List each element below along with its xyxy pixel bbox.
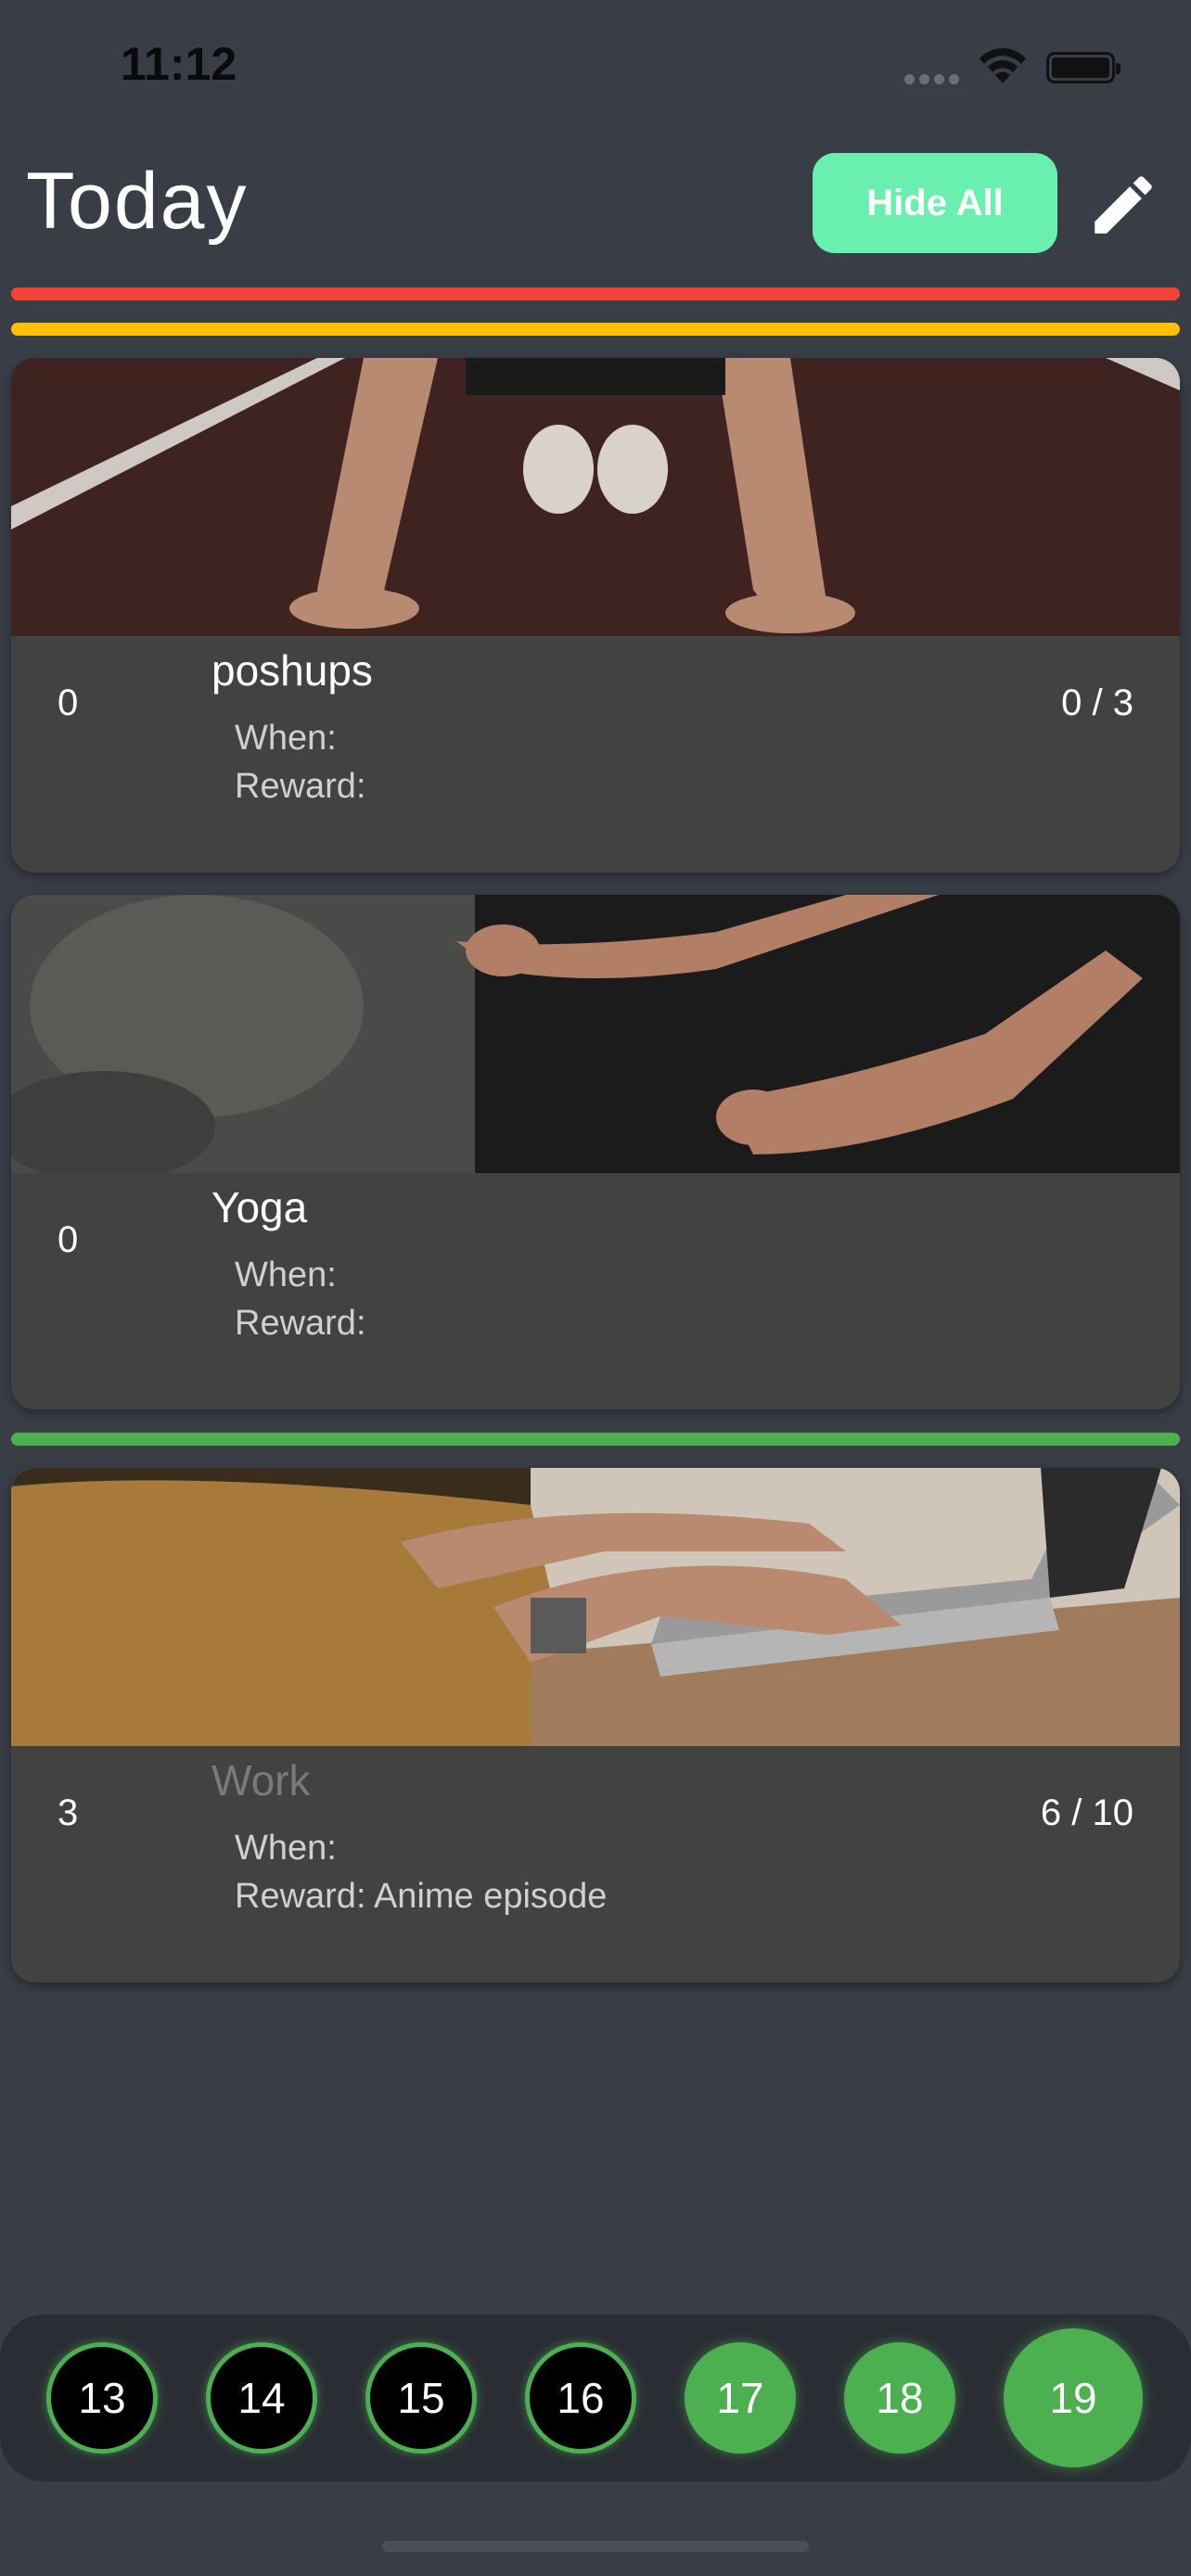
date-19-today[interactable]: 19: [1004, 2328, 1143, 2468]
habit-when: When:: [235, 719, 337, 758]
habit-when: When:: [235, 1829, 337, 1868]
priority-bar-red: [11, 287, 1180, 300]
habit-reward: Reward:: [235, 1304, 366, 1343]
cellular-signal-icon: [904, 72, 964, 89]
habit-card[interactable]: 3 Work 6 / 10 When: Reward: Anime episod…: [11, 1468, 1180, 1983]
date-16[interactable]: 16: [525, 2342, 636, 2454]
streak-count: 3: [58, 1792, 79, 1833]
status-bar: 11:12: [0, 0, 1191, 139]
habit-details: 3 Work 6 / 10 When: Reward: Anime episod…: [11, 1746, 1180, 1983]
habit-details: 0 poshups 0 / 3 When: Reward:: [11, 636, 1180, 873]
habit-reward: Reward: Anime episode: [235, 1877, 608, 1916]
habit-name: Work: [211, 1756, 311, 1804]
home-indicator[interactable]: [382, 2541, 809, 2552]
status-time: 11:12: [121, 38, 237, 90]
habit-name: Yoga: [211, 1183, 308, 1231]
date-15[interactable]: 15: [365, 2342, 477, 2454]
habit-card[interactable]: 0 Yoga When: Reward:: [11, 895, 1180, 1409]
date-18[interactable]: 18: [844, 2342, 955, 2454]
page-title: Today: [26, 157, 249, 246]
date-selector: 13 14 15 16 17 18 19: [0, 2315, 1191, 2481]
hide-all-button[interactable]: Hide All: [813, 153, 1057, 253]
wifi-icon: [980, 48, 1026, 83]
habit-reward: Reward:: [235, 767, 366, 806]
habit-image: [11, 1468, 1180, 1746]
battery-icon: [1046, 52, 1121, 83]
streak-count: 0: [58, 682, 79, 723]
habit-name: poshups: [211, 646, 373, 695]
habit-details: 0 Yoga When: Reward:: [11, 1173, 1180, 1409]
habit-progress: 0 / 3: [1061, 682, 1133, 723]
streak-count: 0: [58, 1219, 79, 1260]
pencil-icon[interactable]: [1085, 167, 1161, 243]
habit-progress: 6 / 10: [1040, 1792, 1133, 1833]
habit-card[interactable]: 0 poshups 0 / 3 When: Reward:: [11, 358, 1180, 873]
date-14[interactable]: 14: [206, 2342, 317, 2454]
habit-image: [11, 895, 1180, 1173]
priority-bar-green: [11, 1433, 1180, 1446]
date-17[interactable]: 17: [685, 2342, 796, 2454]
habit-when: When:: [235, 1256, 337, 1294]
date-13[interactable]: 13: [46, 2342, 158, 2454]
habit-image: [11, 358, 1180, 636]
priority-bar-yellow: [11, 323, 1180, 336]
screen: 11:12 Today Hide All 0 poshups 0 / 3 Whe…: [0, 0, 1191, 2576]
